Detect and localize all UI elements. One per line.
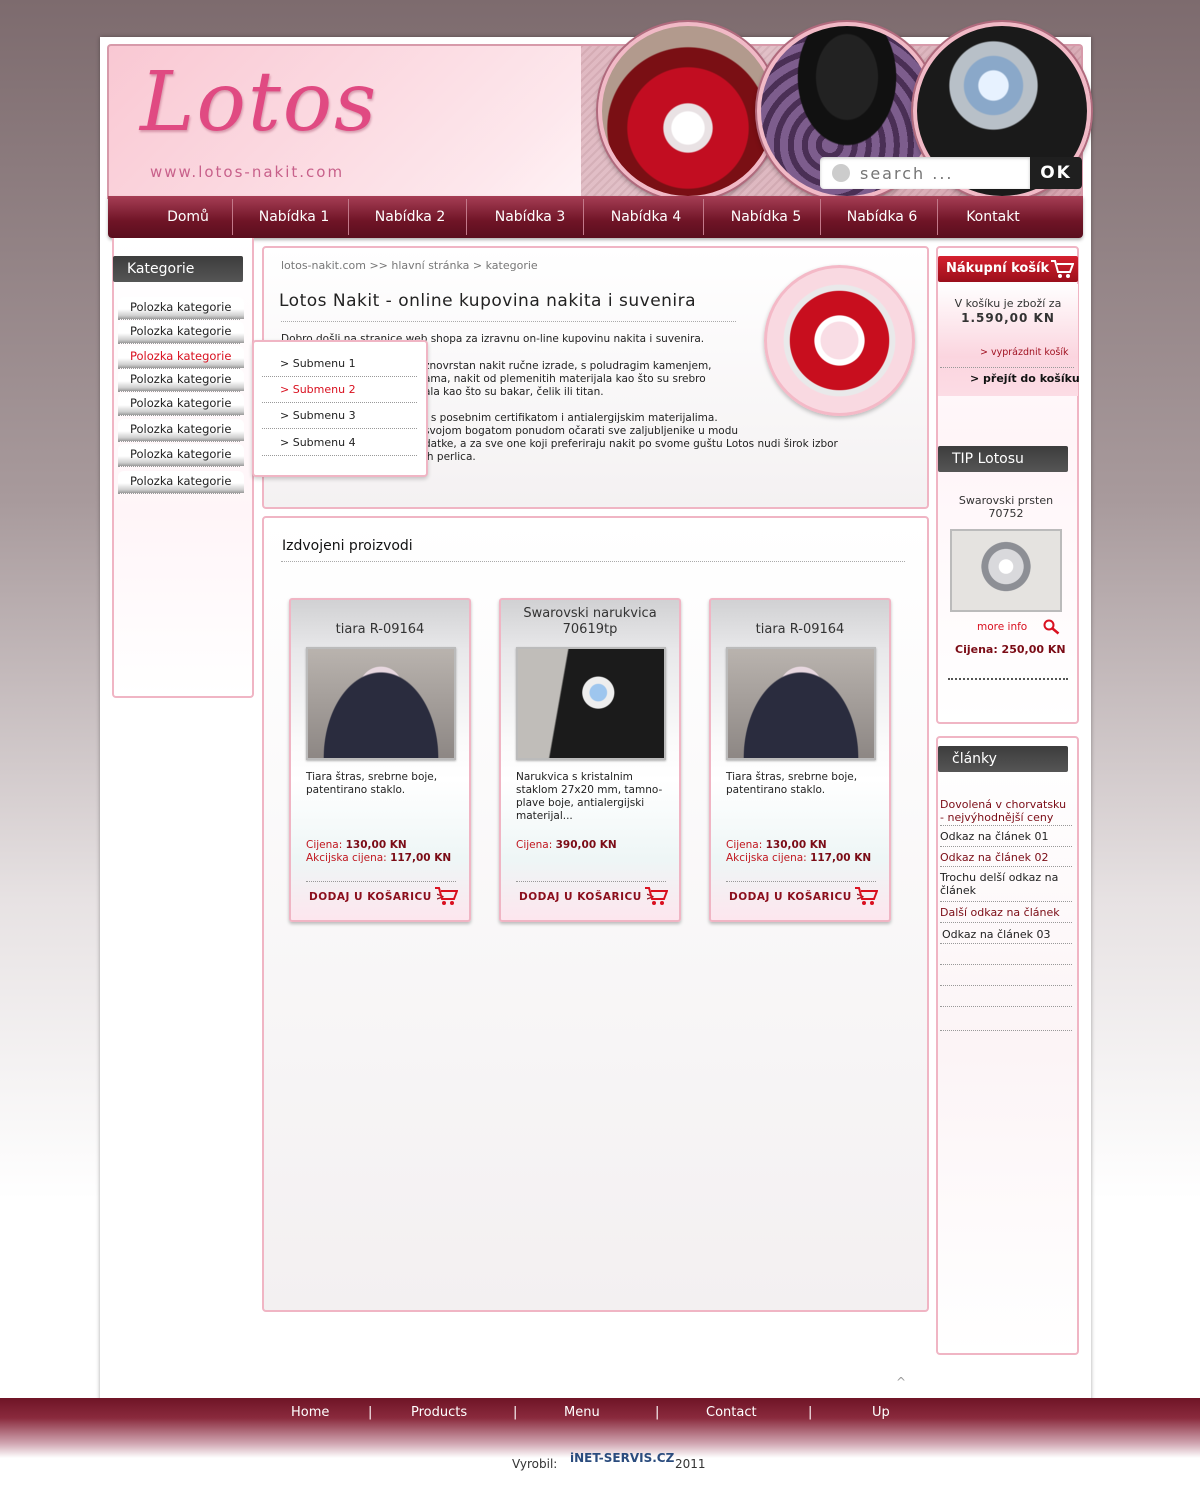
product-desc: Tiara štras, srebrne boje, patentirano s…	[306, 771, 438, 796]
intro-line: ala kao što su bakar, čelik ili titan.	[424, 386, 604, 398]
submenu-item-1[interactable]: > Submenu 1	[262, 352, 417, 377]
intro-line: datke, a za sve one koji preferiraju nak…	[424, 438, 838, 450]
page-title: Lotos Nakit - online kupovina nakita i s…	[279, 291, 697, 311]
nav-nabidka-4[interactable]: Nabídka 4	[596, 196, 696, 238]
nav-nabidka-1[interactable]: Nabídka 1	[244, 196, 344, 238]
tip-product-name[interactable]: Swarovski prsten 70752	[948, 494, 1064, 520]
article-link-1[interactable]: Dovolená v chorvatsku - nejvýhodnější ce…	[940, 798, 1072, 824]
articles-title: články	[938, 746, 1068, 772]
credit-year: 2011	[675, 1457, 706, 1471]
product-name[interactable]: tiara R-09164	[291, 622, 469, 638]
featured-title: Izdvojeni proizvodi	[282, 538, 413, 554]
product-image[interactable]	[516, 647, 666, 760]
nav-domu[interactable]: Domů	[148, 196, 228, 238]
product-image[interactable]	[726, 647, 876, 760]
brand-logo[interactable]: iNET-SERVIS.CZ	[570, 1451, 674, 1465]
cart-total: 1.590,00 KN	[961, 311, 1055, 325]
site-url: www.lotos-nakit.com	[150, 163, 345, 181]
nav-nabidka-2[interactable]: Nabídka 2	[360, 196, 460, 238]
product-name[interactable]: tiara R-09164	[711, 622, 889, 638]
ring-photo-circle	[598, 22, 778, 200]
empty-cart-link[interactable]: > vyprázdnit košík	[980, 347, 1068, 358]
price-label: Cijena:	[516, 839, 553, 851]
sidebar-item-category[interactable]: Polozka kategorie	[118, 297, 244, 319]
intro-line: svojom bogatom ponudom očarati sve zalju…	[424, 425, 739, 437]
article-link-2[interactable]: Odkaz na článek 01	[940, 830, 1049, 843]
sidebar-item-category[interactable]: Polozka kategorie	[118, 346, 244, 368]
sale-value: 117,00 KN	[810, 852, 872, 864]
cart-icon[interactable]	[644, 886, 668, 906]
sidebar-item-category[interactable]: Polozka kategorie	[118, 321, 244, 343]
main-nav: Domů Nabídka 1 Nabídka 2 Nabídka 3 Nabíd…	[108, 196, 1083, 238]
cart-text: V košíku je zboží za	[954, 297, 1062, 310]
product-name[interactable]: Swarovski narukvica 70619tp	[501, 606, 679, 638]
add-to-cart-button[interactable]: DODAJ U KOŠARICU >	[519, 891, 655, 903]
site-logo[interactable]: Lotos	[140, 55, 378, 150]
price-value: 390,00 KN	[555, 839, 617, 851]
submenu-item-2[interactable]: > Submenu 2	[262, 378, 417, 403]
breadcrumb[interactable]: lotos-nakit.com >> hlavní stránka > kate…	[281, 259, 538, 272]
sale-value: 117,00 KN	[390, 852, 452, 864]
scroll-top-mark[interactable]: ^	[896, 1375, 906, 1389]
intro-line: znovrstan nakit ručne izrade, s poludrag…	[424, 360, 712, 372]
credit-prefix: Vyrobil:	[512, 1457, 558, 1471]
nav-nabidka-5[interactable]: Nabídka 5	[716, 196, 816, 238]
intro-line: : s posebnim certifikatom i antialergijs…	[424, 412, 718, 424]
cart-icon[interactable]	[854, 886, 878, 906]
footer-products-link[interactable]: Products	[411, 1405, 467, 1420]
product-desc: Tiara štras, srebrne boje, patentirano s…	[726, 771, 858, 796]
right-sidebar-articles	[936, 736, 1079, 1355]
add-to-cart-button[interactable]: DODAJ U KOŠARICU >	[309, 891, 445, 903]
sale-label: Akcijska cijena:	[726, 852, 807, 864]
product-image[interactable]	[306, 647, 456, 760]
search-ok-button[interactable]: OK	[1030, 157, 1082, 189]
footer-up-link[interactable]: Up	[872, 1405, 890, 1420]
intro-line: ama, nakit od plemenitih materijala kao …	[424, 373, 706, 385]
cart-icon[interactable]	[434, 886, 458, 906]
search-icon	[832, 164, 850, 182]
footer-contact-link[interactable]: Contact	[706, 1405, 757, 1420]
ring-photo	[764, 265, 915, 416]
price-value: 130,00 KN	[345, 839, 407, 851]
article-link-3[interactable]: Odkaz na článek 02	[940, 851, 1049, 864]
product-card[interactable]: tiara R-09164 Tiara štras, srebrne boje,…	[709, 598, 891, 922]
tip-price: Cijena: 250,00 KN	[955, 643, 1066, 656]
sidebar-item-category[interactable]: Polozka kategorie	[118, 369, 244, 391]
submenu-item-3[interactable]: > Submenu 3	[262, 404, 417, 429]
sidebar-item-category[interactable]: Polozka kategorie	[118, 419, 244, 441]
article-link-6[interactable]: Odkaz na článek 03	[942, 928, 1051, 941]
nav-nabidka-6[interactable]: Nabídka 6	[832, 196, 932, 238]
submenu-dropdown: > Submenu 1 > Submenu 2 > Submenu 3 > Su…	[252, 340, 428, 477]
nav-nabidka-3[interactable]: Nabídka 3	[480, 196, 580, 238]
more-info-link[interactable]: more info	[977, 621, 1027, 633]
footer-bar	[0, 1398, 1200, 1458]
sale-label: Akcijska cijena:	[306, 852, 387, 864]
sidebar-item-category[interactable]: Polozka kategorie	[118, 471, 244, 493]
product-desc: Narukvica s kristalnim staklom 27x20 mm,…	[516, 771, 663, 822]
product-card[interactable]: Swarovski narukvica 70619tp Narukvica s …	[499, 598, 681, 922]
footer-menu-link[interactable]: Menu	[564, 1405, 600, 1420]
intro-line: ih perlica.	[424, 451, 476, 463]
price-label: Cijena:	[726, 839, 763, 851]
article-link-4[interactable]: Trochu delší odkaz na článek	[940, 871, 1060, 897]
price-value: 130,00 KN	[765, 839, 827, 851]
search-box	[820, 157, 1030, 189]
submenu-item-4[interactable]: > Submenu 4	[262, 431, 417, 456]
cart-title-label: Nákupní košík	[946, 261, 1050, 276]
tip-title: TIP Lotosu	[938, 446, 1068, 472]
footer-home-link[interactable]: Home	[291, 1405, 329, 1420]
sidebar-item-category[interactable]: Polozka kategorie	[118, 393, 244, 415]
cart-icon[interactable]	[1050, 258, 1074, 280]
tip-product-image[interactable]	[950, 529, 1062, 612]
sidebar-item-category[interactable]: Polozka kategorie	[118, 444, 244, 466]
product-card[interactable]: tiara R-09164 Tiara štras, srebrne boje,…	[289, 598, 471, 922]
sidebar-title: Kategorie	[113, 256, 243, 282]
add-to-cart-button[interactable]: DODAJ U KOŠARICU >	[729, 891, 865, 903]
nav-kontakt[interactable]: Kontakt	[948, 196, 1038, 238]
search-input[interactable]	[860, 163, 1010, 183]
article-link-5[interactable]: Další odkaz na článek	[940, 906, 1060, 919]
magnifier-icon[interactable]	[1043, 619, 1061, 635]
checkout-link[interactable]: > přejít do košíku	[970, 372, 1080, 385]
price-label: Cijena:	[306, 839, 343, 851]
